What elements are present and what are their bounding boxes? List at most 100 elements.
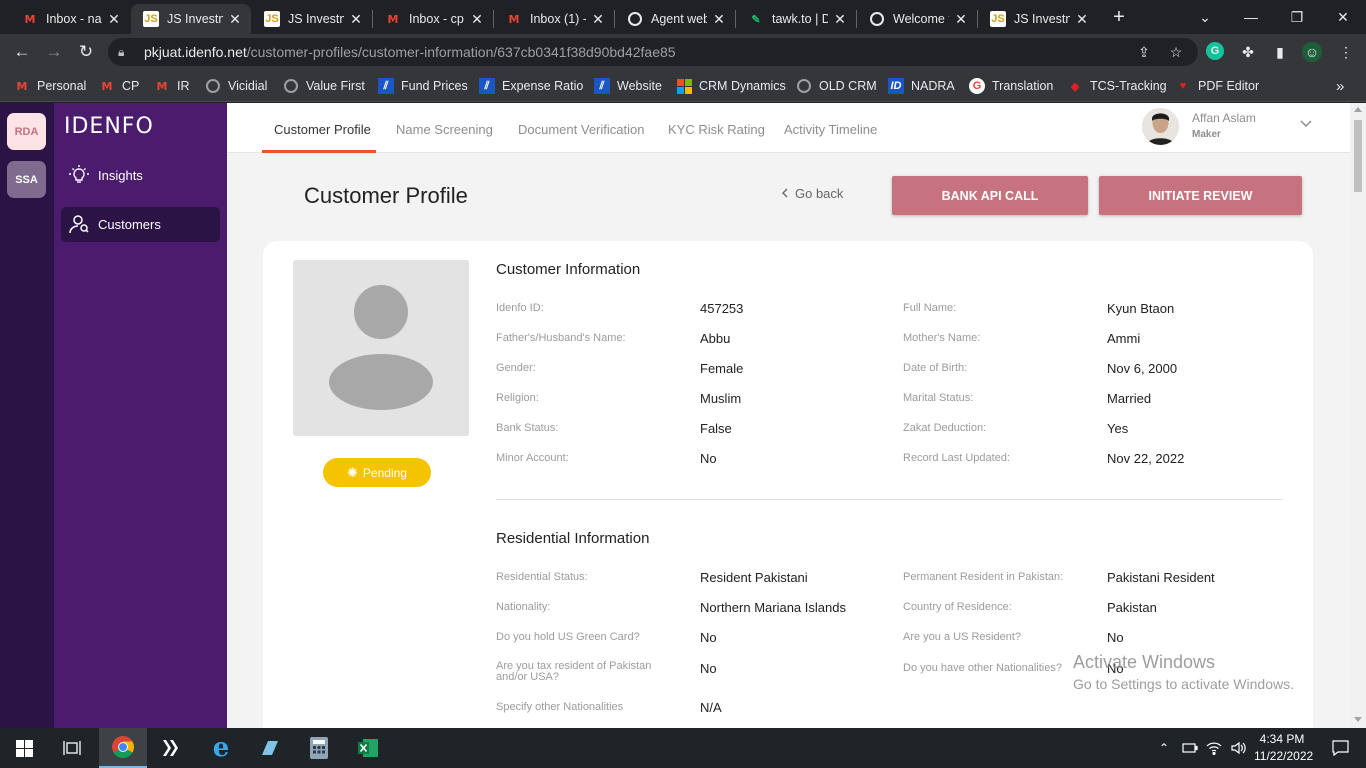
volume-icon[interactable] xyxy=(1226,728,1250,768)
pinned-app-icon-2[interactable] xyxy=(246,728,294,768)
field-value: Pakistani Resident xyxy=(1107,570,1215,585)
field-value: No xyxy=(700,661,717,676)
tab-activity-timeline[interactable]: Activity Timeline xyxy=(784,122,877,137)
menu-icon[interactable]: ⋮ xyxy=(1336,42,1356,62)
close-tab-icon[interactable]: ✕ xyxy=(832,11,848,28)
lock-icon: 🔒︎ xyxy=(118,44,125,59)
bookmark-pdf-editor[interactable]: ♥ PDF Editor xyxy=(1175,76,1259,96)
extensions-icon[interactable]: ✤ xyxy=(1238,42,1258,62)
windows-start-icon[interactable] xyxy=(0,728,48,768)
system-clock[interactable]: 4:34 PM 11/22/2022 xyxy=(1254,731,1313,765)
user-menu[interactable]: Affan Aslam Maker xyxy=(1142,108,1312,148)
sidebar-item-customers[interactable]: Customers xyxy=(61,207,220,242)
field-value: Pakistan xyxy=(1107,600,1157,615)
close-tab-icon[interactable]: ✕ xyxy=(227,11,243,28)
profile-avatar[interactable]: ☺ xyxy=(1302,42,1322,62)
close-tab-icon[interactable]: ✕ xyxy=(711,11,727,28)
bookmark-translation[interactable]: G Translation xyxy=(969,76,1053,96)
bank-api-call-button[interactable]: BANK API CALL xyxy=(892,176,1088,215)
browser-tab[interactable]: M Inbox (1) - ✕ xyxy=(494,4,614,34)
tray-overflow-icon[interactable]: ⌃ xyxy=(1152,728,1176,768)
tab-strip: M Inbox - na ✕ JS JS Investm ✕ JS JS Inv… xyxy=(0,0,1366,34)
field-value: Married xyxy=(1107,391,1152,406)
js-icon: JS xyxy=(990,11,1006,27)
field-label: Date of Birth: xyxy=(903,362,968,374)
bookmark-tcs-tracking[interactable]: ◆ TCS-Tracking xyxy=(1067,76,1167,96)
scroll-down-arrow[interactable] xyxy=(1354,717,1362,722)
close-tab-icon[interactable]: ✕ xyxy=(1074,11,1090,28)
bookmark-fund-prices[interactable]: ⫽ Fund Prices xyxy=(378,76,468,96)
field-label: Gender: xyxy=(496,362,536,374)
close-tab-icon[interactable]: ✕ xyxy=(953,11,969,28)
grammarly-icon[interactable]: G xyxy=(1206,42,1224,60)
bookmark-crm-dynamics[interactable]: CRM Dynamics xyxy=(676,76,786,96)
google-icon: G xyxy=(969,78,985,94)
close-tab-icon[interactable]: ✕ xyxy=(590,11,606,28)
reload-icon[interactable]: ↻ xyxy=(74,40,98,64)
chevron-down-icon[interactable] xyxy=(1300,117,1312,131)
tab-document-verification[interactable]: Document Verification xyxy=(518,122,644,137)
tab-customer-profile[interactable]: Customer Profile xyxy=(274,122,371,137)
go-back-link[interactable]: Go back xyxy=(782,186,843,201)
browser-tab[interactable]: JS JS Investm ✕ xyxy=(978,4,1098,34)
forward-icon[interactable]: → xyxy=(42,40,66,64)
browser-toolbar: ← → ↻ 🔒︎ pkjuat.idenfo.net/customer-prof… xyxy=(0,34,1366,70)
restore-icon[interactable]: ❐ xyxy=(1274,0,1320,34)
bookmark-old-crm[interactable]: OLD CRM xyxy=(796,76,877,96)
tcs-icon: ◆ xyxy=(1070,80,1080,93)
task-view-icon[interactable] xyxy=(48,728,96,768)
close-tab-icon[interactable]: ✕ xyxy=(348,11,364,28)
close-tab-icon[interactable]: ✕ xyxy=(469,11,485,28)
bookmark-ir[interactable]: M IR xyxy=(154,76,190,96)
page-scrollbar[interactable] xyxy=(1350,103,1366,728)
activate-windows-hint: Go to Settings to activate Windows. xyxy=(1073,676,1294,692)
excel-icon[interactable] xyxy=(344,728,392,768)
bookmark-star-icon[interactable]: ☆ xyxy=(1166,42,1186,62)
close-tab-icon[interactable]: ✕ xyxy=(106,11,122,28)
browser-tab[interactable]: ✎ tawk.to | D ✕ xyxy=(736,4,856,34)
org-rda-button[interactable]: RDA xyxy=(7,113,46,150)
battery-icon[interactable] xyxy=(1178,728,1202,768)
field-value: No xyxy=(700,451,717,466)
scroll-up-arrow[interactable] xyxy=(1354,107,1362,112)
tab-name-screening[interactable]: Name Screening xyxy=(396,122,493,137)
field-value: Ammi xyxy=(1107,331,1141,346)
bookmark-nadra[interactable]: ID NADRA xyxy=(888,76,955,96)
notifications-icon[interactable] xyxy=(1316,728,1364,768)
bookmark-website[interactable]: ⫽ Website xyxy=(594,76,662,96)
bookmark-expense-ratio[interactable]: ⫽ Expense Ratio xyxy=(479,76,583,96)
address-bar[interactable]: 🔒︎ pkjuat.idenfo.net/customer-profiles/c… xyxy=(108,38,1198,66)
internet-explorer-icon[interactable]: e xyxy=(197,728,245,768)
bookmark-value-first[interactable]: Value First xyxy=(283,76,365,96)
share-icon[interactable]: ⇪ xyxy=(1134,42,1154,62)
scroll-thumb[interactable] xyxy=(1354,120,1362,192)
browser-tab[interactable]: M Inbox - cp ✕ xyxy=(373,4,493,34)
new-tab-icon[interactable]: + xyxy=(1100,0,1138,34)
tab-kyc-risk-rating[interactable]: KYC Risk Rating xyxy=(668,122,765,137)
tab-search-icon[interactable]: ⌄ xyxy=(1182,0,1228,34)
org-ssa-button[interactable]: SSA xyxy=(7,161,46,198)
browser-tab[interactable]: Agent web ✕ xyxy=(615,4,735,34)
calculator-icon[interactable] xyxy=(295,728,343,768)
field-label: Specify other Nationalities xyxy=(496,701,624,713)
bookmark-cp[interactable]: M CP xyxy=(99,76,140,96)
back-icon[interactable]: ← xyxy=(10,40,34,64)
initiate-review-button[interactable]: INITIATE REVIEW xyxy=(1099,176,1302,215)
minimize-icon[interactable]: — xyxy=(1228,0,1274,34)
bookmark-personal[interactable]: M Personal xyxy=(14,76,87,96)
side-panel-icon[interactable]: ▮ xyxy=(1270,42,1290,62)
field-value: False xyxy=(700,421,732,436)
field-label: Idenfo ID: xyxy=(496,302,544,314)
pinned-app-icon[interactable] xyxy=(148,728,196,768)
browser-tab-active[interactable]: JS JS Investm ✕ xyxy=(131,4,251,34)
sidebar-item-insights[interactable]: Insights xyxy=(61,158,220,193)
browser-tab[interactable]: Welcome t ✕ xyxy=(857,4,977,34)
more-bookmarks[interactable]: » xyxy=(1336,76,1344,96)
profile-photo-placeholder xyxy=(293,260,469,436)
browser-tab[interactable]: M Inbox - na ✕ xyxy=(10,4,130,34)
browser-tab[interactable]: JS JS Investm ✕ xyxy=(252,4,372,34)
chrome-taskbar-icon[interactable] xyxy=(99,728,147,768)
bookmark-vicidial[interactable]: Vicidial xyxy=(205,76,267,96)
wifi-icon[interactable] xyxy=(1202,728,1226,768)
close-window-icon[interactable]: ✕ xyxy=(1320,0,1366,34)
